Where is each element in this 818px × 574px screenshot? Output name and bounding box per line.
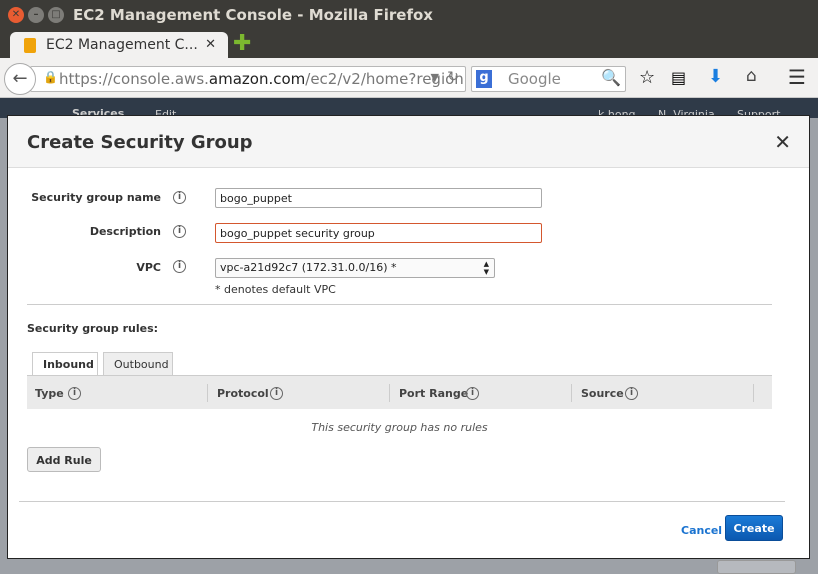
column-type: Type [35, 387, 64, 400]
new-tab-icon[interactable]: ✚ [233, 31, 251, 56]
create-security-group-dialog: Create Security Group ✕ Security group n… [7, 115, 810, 559]
url-prefix: https://console.aws. [59, 70, 209, 88]
column-source: Source [581, 387, 624, 400]
search-icon[interactable]: 🔍 [601, 68, 621, 87]
column-port-range: Port Range [399, 387, 469, 400]
vpc-label: VPC [136, 261, 161, 274]
home-icon[interactable]: ⌂ [746, 66, 757, 86]
close-window-button[interactable]: ✕ [8, 7, 24, 23]
reload-icon[interactable]: ↻ [447, 69, 459, 85]
add-rule-button[interactable]: Add Rule [27, 447, 101, 472]
url-path: /ec2/v2/home?region [305, 70, 464, 88]
tab-bar: EC2 Management C... ✕ ✚ [0, 30, 818, 60]
back-button[interactable]: ← [4, 63, 36, 95]
minimize-window-button[interactable]: – [28, 7, 44, 23]
window-title: EC2 Management Console - Mozilla Firefox [73, 6, 433, 24]
search-bar[interactable]: g Google 🔍 [471, 66, 626, 92]
clipboard-icon[interactable]: ▤ [671, 68, 686, 87]
download-icon[interactable]: ⬇ [708, 66, 723, 87]
dropdown-icon[interactable]: ▼ [431, 71, 439, 84]
url-domain: amazon.com [208, 70, 306, 88]
dialog-title: Create Security Group [8, 116, 809, 168]
tab-outbound[interactable]: Outbound [103, 352, 173, 375]
select-arrows-icon: ▲ ▼ [483, 260, 489, 276]
info-icon[interactable]: i [625, 387, 638, 400]
column-protocol: Protocol [217, 387, 269, 400]
column-separator [753, 384, 754, 402]
rules-table-header: Type i Protocol i Port Range i Source i [27, 375, 772, 409]
description-input[interactable] [215, 223, 542, 243]
info-icon[interactable]: i [173, 260, 186, 273]
maximize-window-button[interactable]: □ [48, 7, 64, 23]
security-group-name-input[interactable] [215, 188, 542, 208]
url-bar[interactable]: 🔒 https://console.aws.amazon.com/ec2/v2/… [30, 66, 466, 92]
name-label: Security group name [31, 191, 161, 204]
info-icon[interactable]: i [173, 225, 186, 238]
vpc-selected-value: vpc-a21d92c7 (172.31.0.0/16) * [220, 261, 397, 274]
search-placeholder: Google [508, 70, 561, 88]
info-icon[interactable]: i [173, 191, 186, 204]
aws-favicon-icon [24, 38, 36, 53]
create-button[interactable]: Create [725, 515, 783, 541]
close-icon[interactable]: ✕ [774, 130, 791, 154]
info-icon[interactable]: i [68, 387, 81, 400]
column-separator [389, 384, 390, 402]
bookmark-star-icon[interactable]: ☆ [639, 67, 655, 88]
vpc-note: * denotes default VPC [215, 283, 336, 296]
description-label: Description [89, 225, 161, 238]
column-separator [571, 384, 572, 402]
info-icon[interactable]: i [466, 387, 479, 400]
tab-title: EC2 Management C... [46, 37, 198, 53]
vpc-select[interactable]: vpc-a21d92c7 (172.31.0.0/16) * ▲ ▼ [215, 258, 495, 278]
browser-tab[interactable]: EC2 Management C... ✕ [10, 32, 228, 60]
rules-label: Security group rules: [27, 322, 159, 335]
lock-icon: 🔒 [43, 70, 58, 84]
column-separator [207, 384, 208, 402]
menu-icon[interactable]: ☰ [788, 65, 806, 89]
info-icon[interactable]: i [270, 387, 283, 400]
empty-rules-message: This security group has no rules [311, 421, 488, 434]
tab-inbound[interactable]: Inbound [32, 352, 98, 375]
cancel-link[interactable]: Cancel [681, 524, 722, 537]
divider [19, 501, 785, 502]
navigation-bar: ← 🔒 https://console.aws.amazon.com/ec2/v… [0, 58, 818, 98]
background-button [717, 560, 796, 574]
divider [27, 304, 772, 305]
google-icon[interactable]: g [476, 70, 492, 88]
close-tab-icon[interactable]: ✕ [205, 37, 216, 52]
window-titlebar: ✕ – □ EC2 Management Console - Mozilla F… [0, 0, 818, 30]
